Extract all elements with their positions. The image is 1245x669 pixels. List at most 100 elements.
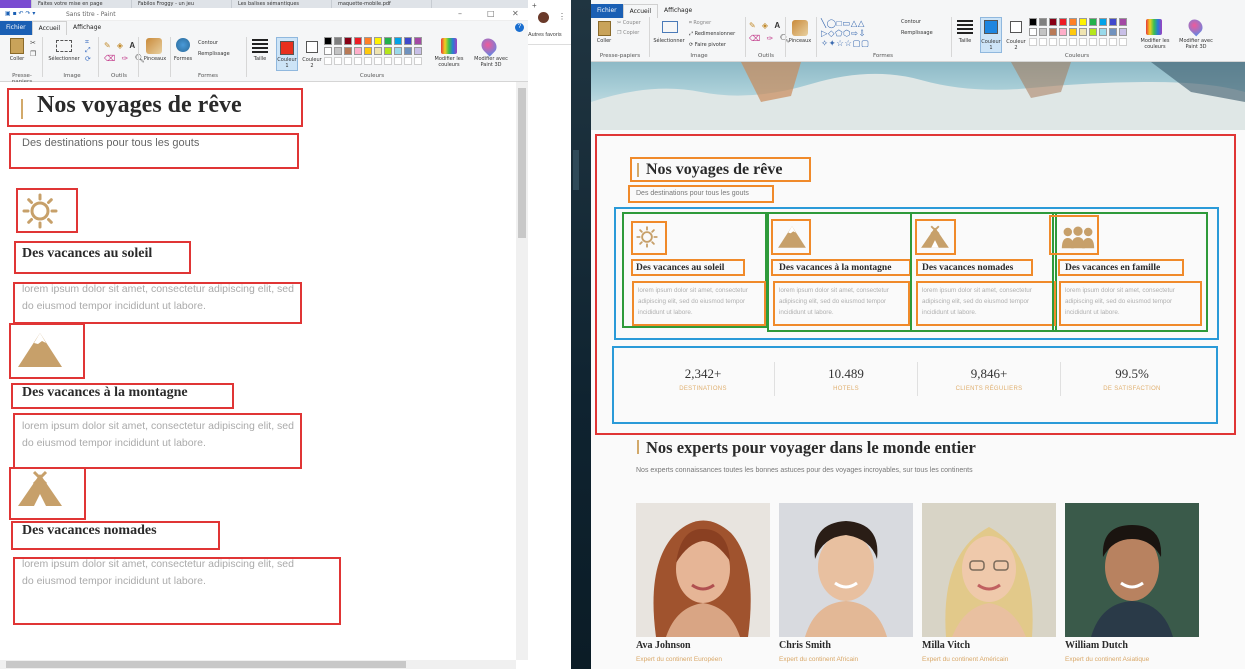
color-swatch[interactable] xyxy=(404,37,412,45)
color-swatch[interactable] xyxy=(1079,28,1087,36)
color-swatch[interactable] xyxy=(1069,38,1077,46)
brushes-button[interactable]: Pinceaux xyxy=(140,56,170,62)
scissors-icon[interactable]: ✂ xyxy=(30,39,36,47)
color-swatch[interactable] xyxy=(394,37,402,45)
color-swatch[interactable] xyxy=(1039,18,1047,26)
pencil-fill-text-icons[interactable]: ✎ ◈ A xyxy=(749,21,782,30)
color-swatch[interactable] xyxy=(354,57,362,65)
tab-affichage[interactable]: Affichage xyxy=(658,4,698,18)
color-swatch[interactable] xyxy=(1119,18,1127,26)
paint3d-icon[interactable] xyxy=(478,35,500,57)
color-swatch[interactable] xyxy=(324,57,332,65)
outline-dropdown[interactable]: Contour xyxy=(198,40,238,46)
fill-dropdown[interactable]: Remplissage xyxy=(198,51,248,57)
brush-icon[interactable] xyxy=(146,38,162,54)
color-swatch[interactable] xyxy=(324,47,332,55)
color2-swatch[interactable] xyxy=(1010,21,1022,33)
color-swatch[interactable] xyxy=(1089,38,1097,46)
paint3d-button[interactable]: Modifier avec Paint 3D xyxy=(470,56,512,68)
add-tab-icon[interactable]: + xyxy=(532,1,537,10)
select-icon[interactable] xyxy=(662,21,678,33)
minimize-icon[interactable]: – xyxy=(458,9,462,18)
color-swatch[interactable] xyxy=(364,47,372,55)
paste-button[interactable]: Coller xyxy=(593,38,615,44)
color-swatch[interactable] xyxy=(324,37,332,45)
more-icon[interactable]: ⋮ xyxy=(558,12,566,21)
color-swatch[interactable] xyxy=(344,47,352,55)
color-swatch[interactable] xyxy=(1109,38,1117,46)
vertical-scrollbar[interactable] xyxy=(516,82,528,660)
color-swatch[interactable] xyxy=(1099,28,1107,36)
tab-fichier[interactable]: Fichier xyxy=(0,21,32,35)
color-swatch[interactable] xyxy=(1029,28,1037,36)
paint3d-icon[interactable] xyxy=(1185,16,1206,37)
color-swatch[interactable] xyxy=(414,37,422,45)
cut-button[interactable]: ✂ Couper xyxy=(617,20,647,26)
horizontal-scrollbar[interactable] xyxy=(0,660,516,669)
color-swatch[interactable] xyxy=(1089,18,1097,26)
color-swatch[interactable] xyxy=(1039,28,1047,36)
edit-colors-button[interactable]: Modifier les couleurs xyxy=(1136,38,1174,50)
bookmarks-folder[interactable]: Autres favoris xyxy=(528,32,562,38)
color-swatch[interactable] xyxy=(374,57,382,65)
line-size-icon[interactable] xyxy=(957,20,973,34)
color-swatch[interactable] xyxy=(1089,28,1097,36)
color2-swatch[interactable] xyxy=(306,41,318,53)
edit-colors-button[interactable]: Modifier les couleurs xyxy=(430,56,468,68)
color-swatch[interactable] xyxy=(1069,18,1077,26)
color-swatch[interactable] xyxy=(394,47,402,55)
color-swatch[interactable] xyxy=(374,47,382,55)
color-swatch[interactable] xyxy=(384,37,392,45)
color-swatch[interactable] xyxy=(414,47,422,55)
browser-tab[interactable] xyxy=(0,0,32,8)
color-swatch[interactable] xyxy=(1079,38,1087,46)
color-swatch[interactable] xyxy=(1109,18,1117,26)
clipboard-icon[interactable] xyxy=(598,21,611,36)
help-icon[interactable]: ? xyxy=(515,23,524,32)
copy-icon[interactable]: ❐ xyxy=(30,50,36,58)
color-swatch[interactable] xyxy=(414,57,422,65)
color-swatch[interactable] xyxy=(1069,28,1077,36)
color-swatch[interactable] xyxy=(384,47,392,55)
shapes-button[interactable]: Formes xyxy=(170,56,196,62)
color-swatch[interactable] xyxy=(1029,18,1037,26)
tab-accueil[interactable]: Accueil xyxy=(622,4,659,18)
brush-icon[interactable] xyxy=(792,20,808,36)
color-swatch[interactable] xyxy=(1079,18,1087,26)
browser-tab[interactable]: Fabilos Froggy - un jeu xyxy=(132,0,232,8)
color-swatch[interactable] xyxy=(404,47,412,55)
close-icon[interactable]: ✕ xyxy=(512,9,519,18)
color-swatch[interactable] xyxy=(334,57,342,65)
color-swatch[interactable] xyxy=(1049,18,1057,26)
color-swatch[interactable] xyxy=(354,47,362,55)
crop-icon[interactable]: ⌗ ⤢ ⟳ xyxy=(85,39,91,63)
color-swatch[interactable] xyxy=(404,57,412,65)
rotate-button[interactable]: ⟳ Faire pivoter xyxy=(689,42,743,48)
color-swatch[interactable] xyxy=(374,37,382,45)
color-swatch[interactable] xyxy=(334,47,342,55)
paint3d-button[interactable]: Modifier avec Paint 3D xyxy=(1175,38,1217,50)
color-swatch[interactable] xyxy=(1119,28,1127,36)
color-swatch[interactable] xyxy=(364,57,372,65)
color-swatch[interactable] xyxy=(384,57,392,65)
color-swatch[interactable] xyxy=(344,37,352,45)
color-swatch[interactable] xyxy=(394,57,402,65)
color-swatch[interactable] xyxy=(1049,28,1057,36)
edit-colors-icon[interactable] xyxy=(1146,19,1162,35)
line-size-icon[interactable] xyxy=(252,39,268,53)
tab-fichier[interactable]: Fichier xyxy=(591,4,623,18)
copy-button[interactable]: ❐ Copier xyxy=(617,30,647,36)
color-swatch[interactable] xyxy=(334,37,342,45)
paint-canvas-left[interactable]: Nos voyages de rêve Des destinations pou… xyxy=(0,82,516,660)
browser-tab[interactable]: Les balises sémantiques xyxy=(232,0,332,8)
avatar[interactable] xyxy=(538,12,549,23)
tab-accueil[interactable]: Accueil xyxy=(31,21,68,35)
outline-dropdown[interactable]: Contour xyxy=(901,19,943,25)
select-icon[interactable] xyxy=(56,40,72,52)
fill-dropdown[interactable]: Remplissage xyxy=(901,30,951,36)
shapes-gallery[interactable]: ╲◯□▭△△ ▷◇⬠⬡⇨⇩ ✧✦☆☆▢▢ xyxy=(821,18,870,48)
color-swatch[interactable] xyxy=(1039,38,1047,46)
color-swatch[interactable] xyxy=(1049,38,1057,46)
resize-button[interactable]: ⤢ Redimensionner xyxy=(689,31,743,37)
pencil-fill-text-icons[interactable]: ✎ ◈ A xyxy=(104,41,137,50)
